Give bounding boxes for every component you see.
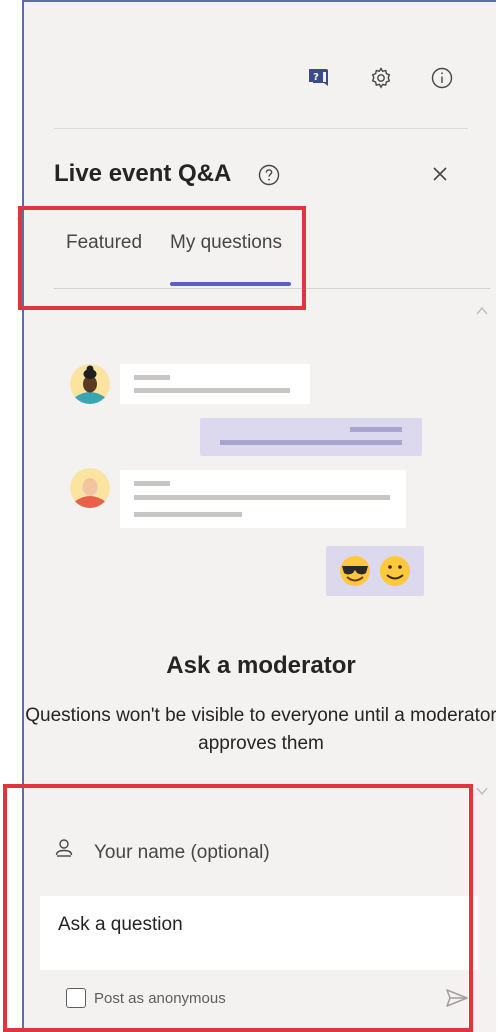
- message-bubble: [120, 364, 310, 404]
- info-icon[interactable]: [428, 64, 456, 92]
- close-icon[interactable]: [428, 162, 452, 186]
- avatar-man-icon: [70, 468, 110, 508]
- question-placeholder: Ask a question: [58, 914, 183, 935]
- avatar-woman-icon: [70, 364, 110, 404]
- name-field[interactable]: Your name (optional): [32, 792, 490, 882]
- empty-state-description: Questions won't be visible to everyone u…: [25, 705, 496, 754]
- message-bubble: [120, 470, 406, 528]
- panel-title: Live event Q&A: [54, 160, 232, 187]
- toolbar-divider: [54, 128, 468, 129]
- compose-area: Your name (optional) Ask a question Post…: [32, 792, 490, 1030]
- name-placeholder: Your name (optional): [94, 842, 270, 863]
- emoji-reaction-bubble: [326, 546, 424, 596]
- message-bubble-own: [200, 418, 422, 456]
- help-question-icon[interactable]: [258, 164, 280, 191]
- qa-chat-icon[interactable]: ?: [304, 64, 332, 92]
- anonymous-checkbox[interactable]: [66, 988, 86, 1008]
- tab-my-questions[interactable]: My questions: [170, 232, 282, 254]
- tabs-divider: [54, 288, 490, 289]
- empty-state-title: Ask a moderator: [166, 652, 356, 679]
- send-icon[interactable]: [444, 986, 470, 1015]
- selected-tab-indicator: [170, 282, 291, 286]
- svg-text:?: ?: [313, 72, 319, 83]
- tab-featured[interactable]: Featured: [66, 232, 142, 254]
- qa-panel: ? Live event Q&A Featured My questions A…: [22, 0, 496, 1032]
- person-icon: [54, 838, 74, 863]
- anonymous-label[interactable]: Post as anonymous: [94, 990, 226, 1007]
- settings-gear-icon[interactable]: [367, 64, 395, 92]
